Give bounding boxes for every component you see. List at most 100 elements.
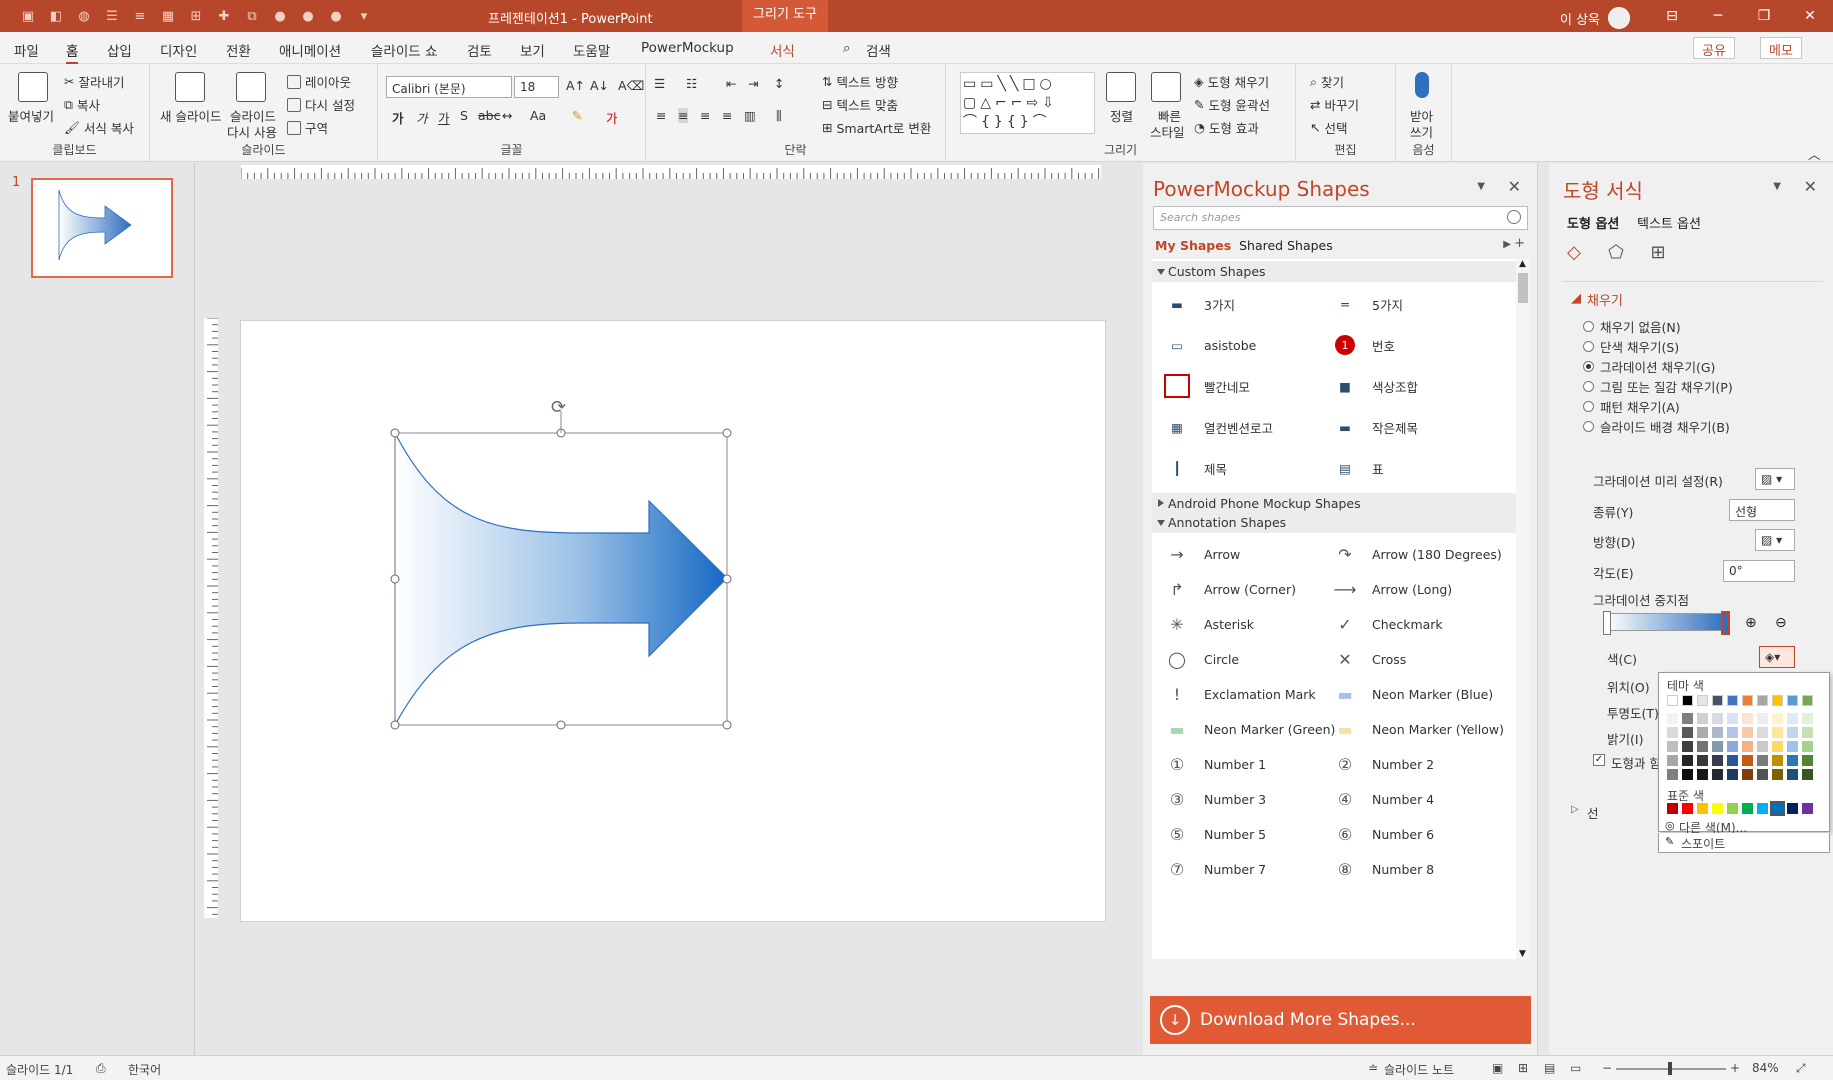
share-button[interactable]: 공유 (1693, 37, 1735, 59)
shape-item[interactable]: ⟶ Arrow (Long) (1330, 574, 1453, 604)
color-picker-button[interactable]: ◈▾ (1759, 646, 1795, 668)
theme-shade-swatch[interactable] (1727, 755, 1738, 766)
cut-button[interactable]: ✂ 잘라내기 (64, 72, 125, 91)
bold-icon[interactable]: 가 (392, 108, 404, 127)
theme-color-swatch[interactable] (1772, 695, 1783, 706)
quick-styles-line2[interactable]: 스타일 (1150, 122, 1185, 141)
theme-shade-swatch[interactable] (1802, 769, 1813, 780)
theme-shade-swatch[interactable] (1697, 741, 1708, 752)
fill-section-header[interactable]: 채우기 (1587, 290, 1623, 309)
shape-item[interactable]: ▬ 작은제목 (1330, 412, 1418, 442)
shape-item[interactable]: ▬ Neon Marker (Blue) (1330, 679, 1493, 709)
shape-item[interactable]: ✓ Checkmark (1330, 609, 1442, 639)
user-account[interactable]: 이 상욱 (1560, 7, 1631, 29)
tab-my-shapes[interactable]: My Shapes (1155, 238, 1231, 253)
shape-item[interactable]: 1 번호 (1330, 330, 1395, 360)
slide-sorter-icon[interactable]: ⊞ (1518, 1061, 1528, 1075)
theme-shade-swatch[interactable] (1667, 713, 1678, 724)
customize-qat-icon[interactable]: ▾ (354, 6, 374, 26)
tab-view[interactable]: 보기 (520, 40, 545, 60)
italic-icon[interactable]: 가 (416, 108, 428, 127)
shape-fill-button[interactable]: ◈ 도형 채우기 (1194, 72, 1269, 91)
comments-button[interactable]: 메모 (1760, 37, 1802, 59)
ribbon-display-icon[interactable]: ⊟ (1649, 0, 1695, 32)
standard-color-swatch[interactable] (1757, 803, 1768, 814)
standard-color-swatch[interactable] (1667, 803, 1678, 814)
theme-shade-swatch[interactable] (1802, 755, 1813, 766)
section-button[interactable]: 구역 (287, 118, 328, 137)
text-direction-button[interactable]: ⇅ 텍스트 방향 (822, 72, 898, 91)
theme-shade-swatch[interactable] (1787, 769, 1798, 780)
add-icon[interactable]: ✚ (214, 6, 234, 26)
tab-shape-options[interactable]: 도형 옵션 (1567, 213, 1619, 232)
font-name-combo[interactable]: Calibri (본문) (386, 76, 512, 98)
shape-item[interactable]: ② Number 2 (1330, 749, 1434, 779)
expand-icon[interactable]: ▶ (1503, 239, 1511, 250)
tab-file[interactable]: 파일 (14, 40, 39, 60)
fill-option-radio[interactable]: 패턴 채우기(A) (1583, 397, 1680, 416)
search-icon[interactable]: ⌕ (843, 40, 851, 56)
theme-shade-swatch[interactable] (1667, 755, 1678, 766)
theme-color-swatch[interactable] (1682, 695, 1693, 706)
shape-item[interactable]: ✕ Cross (1330, 644, 1406, 674)
theme-shade-swatch[interactable] (1727, 741, 1738, 752)
minimize-icon[interactable]: ─ (1695, 0, 1741, 32)
arrow-body[interactable] (394, 432, 728, 726)
theme-color-swatch[interactable] (1712, 695, 1723, 706)
theme-shade-swatch[interactable] (1757, 769, 1768, 780)
align-center-icon[interactable]: ≡ (678, 108, 689, 123)
copy-button[interactable]: ⧉ 복사 (64, 95, 100, 114)
theme-shade-swatch[interactable] (1742, 713, 1753, 724)
smartart-button[interactable]: ⊞ SmartArt로 변환 (822, 118, 931, 137)
gradient-angle-spinner[interactable]: 0° (1723, 560, 1795, 582)
remove-stop-icon[interactable]: ⊖ (1775, 615, 1787, 631)
highlight-icon[interactable]: ✎ (572, 108, 582, 123)
restore-icon[interactable]: ❐ (1741, 0, 1787, 32)
close-icon[interactable]: ✕ (1787, 0, 1833, 32)
theme-shade-swatch[interactable] (1712, 755, 1723, 766)
fit-slide-icon[interactable]: ⤢ (1796, 1061, 1806, 1076)
grid-icon[interactable]: ⊞ (186, 6, 206, 26)
increase-indent-icon[interactable]: ⇥ (748, 76, 758, 91)
tab-animations[interactable]: 애니메이션 (279, 40, 341, 60)
theme-shade-swatch[interactable] (1757, 713, 1768, 724)
notes-icon[interactable]: ≐ (1368, 1061, 1378, 1075)
change-case-icon[interactable]: Aa (530, 108, 546, 123)
group-icon[interactable]: ⧉ (242, 6, 262, 26)
align-right-icon[interactable]: ≡ (700, 108, 710, 123)
shape-item[interactable]: ⑤ Number 5 (1162, 819, 1266, 849)
rotate-with-shape-checkbox[interactable]: ✓ (1593, 754, 1605, 766)
pane-options-icon[interactable]: ▼ (1773, 181, 1781, 192)
rotate-handle-icon[interactable]: ⟳ (551, 397, 566, 418)
fill-option-radio[interactable]: 그라데이션 채우기(G) (1583, 357, 1715, 376)
theme-shade-swatch[interactable] (1772, 755, 1783, 766)
theme-shade-swatch[interactable] (1772, 727, 1783, 738)
shape-item[interactable]: ═ 5가지 (1330, 289, 1403, 319)
zoom-in-icon[interactable]: + (1730, 1061, 1740, 1075)
shadow-icon[interactable]: S (460, 108, 468, 123)
distributed-icon[interactable]: ▥ (744, 108, 756, 123)
align-left-icon[interactable]: ≡ (656, 108, 666, 123)
theme-shade-swatch[interactable] (1712, 769, 1723, 780)
reset-button[interactable]: 다시 설정 (287, 95, 355, 114)
tab-text-options[interactable]: 텍스트 옵션 (1637, 213, 1701, 232)
theme-shade-swatch[interactable] (1697, 755, 1708, 766)
arrange-button[interactable]: 정렬 (1110, 106, 1133, 125)
zoom-level[interactable]: 84% (1752, 1061, 1779, 1075)
theme-shade-swatch[interactable] (1802, 727, 1813, 738)
theme-shade-swatch[interactable] (1742, 769, 1753, 780)
line-section-toggle-icon[interactable]: ▷ (1571, 804, 1579, 815)
shape-item[interactable]: 빨간네모 (1162, 371, 1250, 401)
theme-shade-swatch[interactable] (1697, 727, 1708, 738)
theme-shade-swatch[interactable] (1787, 727, 1798, 738)
effects-pentagon-icon[interactable]: ⬠ (1605, 241, 1627, 263)
fill-option-radio[interactable]: 단색 채우기(S) (1583, 337, 1679, 356)
shape2-icon[interactable]: ● (298, 6, 318, 26)
theme-shade-swatch[interactable] (1757, 727, 1768, 738)
search-icon[interactable] (1507, 210, 1521, 224)
tab-home[interactable]: 홈 (66, 40, 79, 64)
tab-search[interactable]: 검색 (866, 40, 891, 60)
tab-insert[interactable]: 삽입 (107, 40, 132, 60)
gradient-stops-bar[interactable] (1605, 613, 1727, 631)
tab-transitions[interactable]: 전환 (226, 40, 251, 60)
